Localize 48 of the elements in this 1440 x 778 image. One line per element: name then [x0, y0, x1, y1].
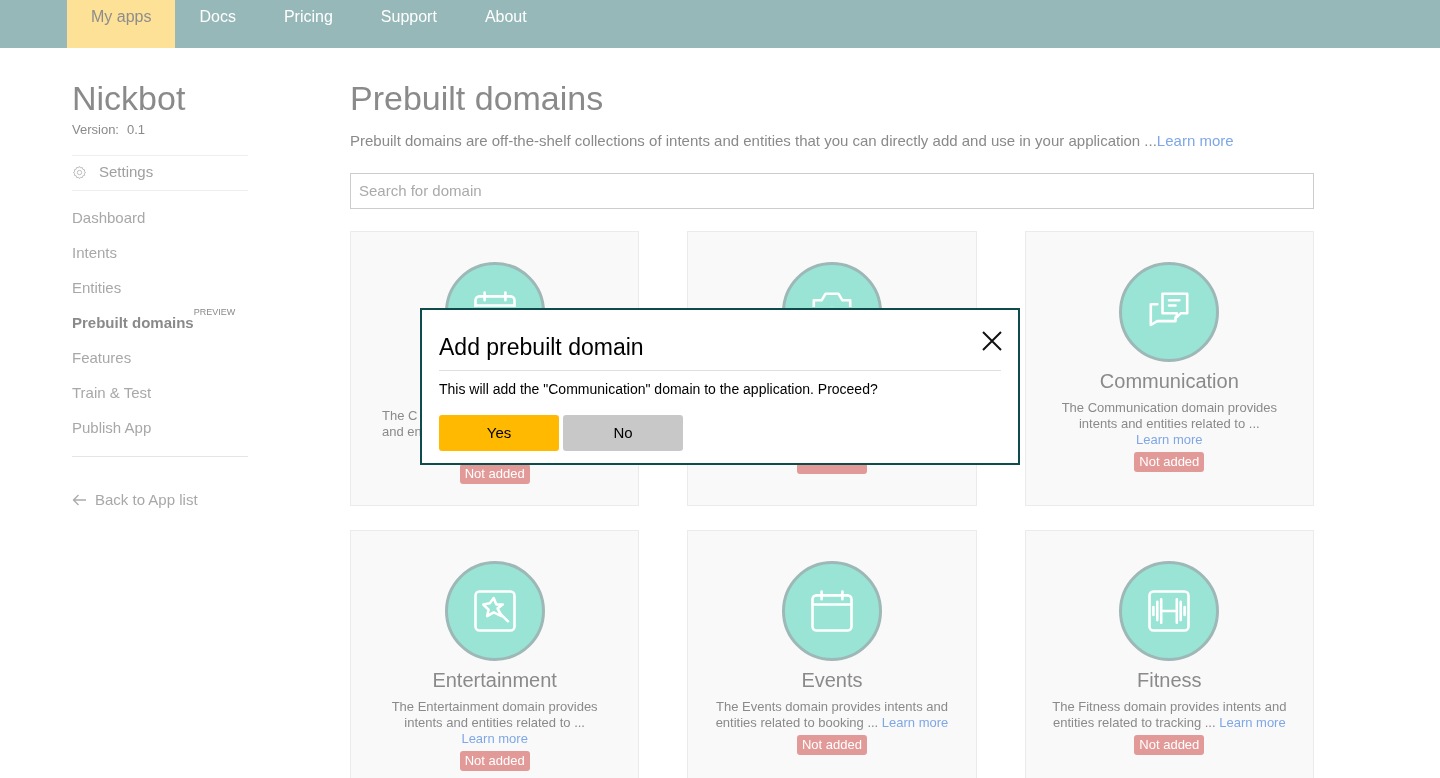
preview-label: PREVIEW	[193, 305, 236, 319]
sidebar-item[interactable]: Features	[72, 346, 132, 369]
status-badge: Not added	[1134, 734, 1205, 755]
card-title: Entertainment	[432, 667, 557, 693]
sidebar-item[interactable]: Dashboard	[72, 206, 146, 229]
back-link[interactable]: Back to App list	[72, 488, 350, 511]
card-description: The Events domain provides intents and entities related to booking ... Learn more	[714, 698, 950, 731]
close-button[interactable]	[981, 330, 1003, 352]
learn-more-link[interactable]: Learn more	[881, 714, 949, 730]
learn-more-link[interactable]: Learn more	[1219, 714, 1286, 730]
search-field[interactable]: Search for domain	[350, 172, 1314, 209]
app-name: Nickbot	[72, 78, 187, 118]
gear-icon	[72, 165, 87, 180]
sidebar-item[interactable]: Publish App	[72, 416, 152, 439]
status-badge: Not added	[797, 734, 867, 755]
dialog-message: This will add the "Communication" domain to the application. Proceed?	[439, 380, 879, 399]
page-description: Prebuilt domains are off-the-shelf collections of intents and entities that you can directly add and use in your application ...Learn more	[350, 131, 1235, 151]
settings-link[interactable]: Settings	[72, 154, 248, 191]
status-badge: Not added	[459, 750, 530, 771]
arrow-left-icon	[72, 493, 87, 506]
nav-tab[interactable]: My apps	[67, 0, 176, 48]
version-label: Version:	[72, 121, 119, 139]
nav-tab[interactable]: Docs	[175, 0, 260, 48]
page-title: Prebuilt domains	[350, 78, 605, 118]
learn-more-link[interactable]: Learn more	[1136, 431, 1203, 447]
sidebar-item[interactable]: Entities	[72, 276, 122, 299]
dialog-title: Add prebuilt domain	[439, 333, 644, 362]
card-title: Communication	[1099, 368, 1239, 394]
learn-more-link[interactable]: Learn more	[461, 730, 528, 746]
status-badge: Not added	[1134, 451, 1205, 472]
learn-more-link[interactable]: Learn more	[1156, 132, 1234, 149]
confirm-button[interactable]: Yes	[439, 415, 559, 451]
card-title: Events	[801, 667, 863, 693]
card-title: Fitness	[1137, 667, 1202, 693]
nav-tab[interactable]: About	[460, 0, 551, 48]
card-description: The Communication domain provides intents and entities related to ... Learn more	[1060, 399, 1278, 448]
nav-tab[interactable]: Support	[356, 0, 461, 48]
card-description: The Entertainment domain provides intents and entities related to ... Learn more	[390, 698, 599, 747]
sidebar-item[interactable]: Intents	[72, 241, 118, 264]
status-badge: Not added	[459, 463, 530, 484]
cancel-button[interactable]: No	[563, 415, 683, 451]
close-icon	[981, 330, 1003, 352]
card-description: The C	[382, 407, 419, 424]
version-value: 0.1	[127, 121, 146, 139]
card-description: The Fitness domain provides intents and entities related to tracking ... Learn more	[1051, 698, 1288, 731]
sidebar-item[interactable]: Prebuilt domains	[72, 311, 194, 334]
nav-tab[interactable]: Pricing	[259, 0, 357, 48]
sidebar-item[interactable]: Train & Test	[72, 381, 152, 404]
